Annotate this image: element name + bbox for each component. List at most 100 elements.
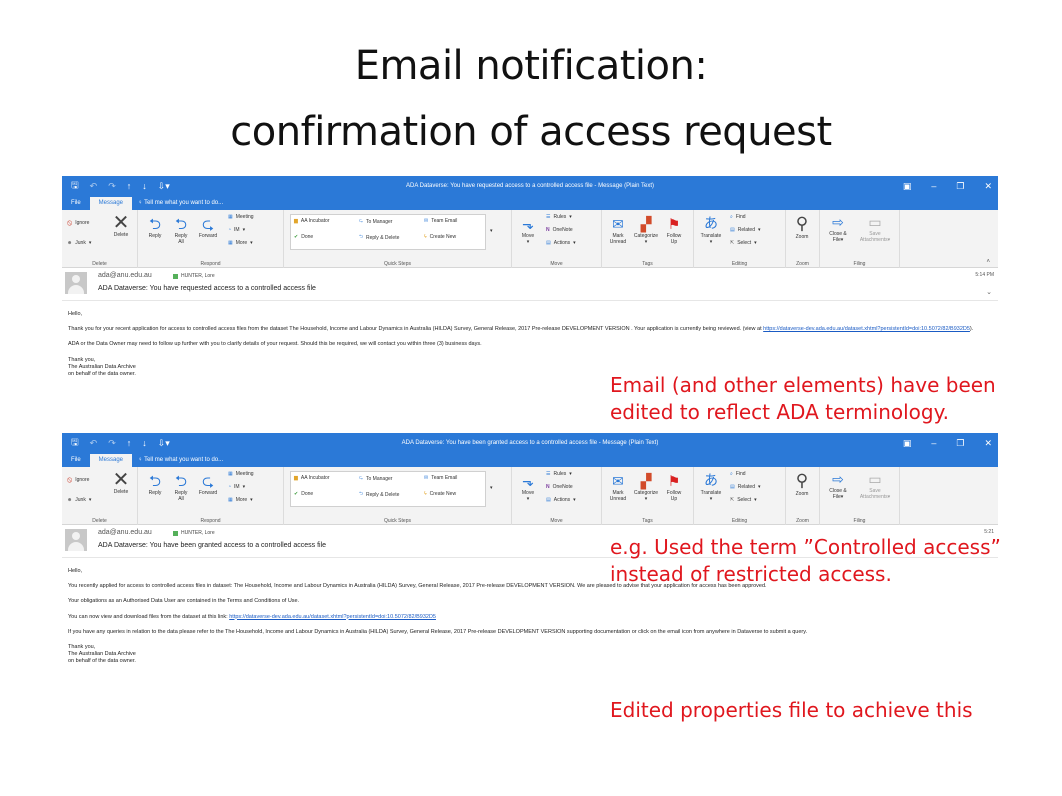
translate-button[interactable]: あ Translate ▾ xyxy=(698,214,724,245)
save-icon[interactable]: 🖫 xyxy=(71,435,79,451)
group-quick-steps: ▆ AA Incubator ⮎ To Manager ✉ Team Email ✔ D… xyxy=(284,210,512,268)
dataset-link[interactable]: https://dataverse-dev.ada.edu.au/dataset… xyxy=(229,614,436,620)
reply-button[interactable]: ⮌ Reply xyxy=(144,473,166,496)
actions-button[interactable]: ▤ Actions ▾ xyxy=(546,240,576,246)
envelope-icon: ✉ xyxy=(424,218,429,224)
quickstep-done[interactable]: ✔ Done xyxy=(294,234,313,240)
rules-button[interactable]: ☰ Rules ▾ xyxy=(546,214,572,220)
save-attachments-button[interactable]: ▭ Save Attachments▾ xyxy=(856,214,894,243)
restore-icon[interactable]: ❐ xyxy=(956,181,964,192)
reply-all-button[interactable]: ⮌ Reply All xyxy=(170,473,192,502)
quickstep-reply-delete[interactable]: ⮌ Reply & Delete xyxy=(359,491,399,499)
more-button[interactable]: ▦ More ▾ xyxy=(228,497,253,503)
tab-file[interactable]: File xyxy=(62,197,90,210)
magnifier-icon: ⚲ xyxy=(795,471,809,490)
close-file-button[interactable]: ⇨ Close & File▾ xyxy=(824,214,852,243)
categorize-button[interactable]: ▞ Categorize ▾ xyxy=(630,216,662,245)
translate-button[interactable]: あ Translate ▾ xyxy=(698,471,724,502)
related-button[interactable]: ▤ Related ▾ xyxy=(730,484,760,490)
minimize-icon[interactable]: – xyxy=(931,438,936,448)
collapse-ribbon-icon[interactable]: ˄ xyxy=(986,259,990,265)
group-respond: ⮌ Reply ⮌ Reply All ⮎ Forward ▦ Meeting ◔ IM ▾ … xyxy=(138,210,284,268)
minimize-icon[interactable]: – xyxy=(931,181,936,191)
onenote-button[interactable]: N OneNote xyxy=(546,227,573,233)
redo-icon[interactable]: ↷ xyxy=(108,438,116,449)
quickstep-aa-incubator[interactable]: ▆ AA Incubator xyxy=(294,475,330,481)
im-button[interactable]: ◔ IM ▾ xyxy=(228,484,245,490)
reply-all-button[interactable]: ⮌ Reply All xyxy=(170,216,192,245)
annotation-terminology: Email (and other elements) have been edi… xyxy=(610,373,996,424)
tab-file[interactable]: File xyxy=(62,454,90,467)
ignore-button[interactable]: ⦸ Ignore xyxy=(67,475,89,485)
select-button[interactable]: ⇱ Select ▾ xyxy=(730,497,757,503)
quickstep-create-new[interactable]: ϟ Create New xyxy=(424,234,456,240)
undo-icon[interactable]: ↶ xyxy=(90,438,98,449)
recipient: HUNTER, Lore xyxy=(173,530,215,536)
quickstep-to-manager[interactable]: ⮎ To Manager xyxy=(359,218,392,226)
up-arrow-icon[interactable]: ↑ xyxy=(127,181,132,191)
dataset-link[interactable]: https://dataverse-dev.ada.edu.au/dataset… xyxy=(763,326,970,332)
ribbon-display-icon[interactable]: ▣ xyxy=(903,438,912,449)
close-icon[interactable]: ✕ xyxy=(984,438,992,449)
tab-message[interactable]: Message xyxy=(89,197,133,210)
quickstep-create-new[interactable]: ϟ Create New xyxy=(424,491,456,497)
junk-button[interactable]: ☻ Junk ▾ xyxy=(67,240,91,246)
delete-button[interactable]: ✕ Delete xyxy=(108,213,134,238)
quickstep-team-email[interactable]: ✉ Team Email xyxy=(424,475,457,481)
mark-unread-button[interactable]: ✉ Mark Unread xyxy=(606,216,630,245)
down-arrow-icon[interactable]: ↓ xyxy=(142,438,147,448)
ribbon-display-icon[interactable]: ▣ xyxy=(903,181,912,192)
quicksteps-scroll[interactable]: ▾ xyxy=(490,485,493,491)
close-file-button[interactable]: ⇨ Close & File▾ xyxy=(824,471,852,500)
quickstep-aa-incubator[interactable]: ▆ AA Incubator xyxy=(294,218,330,224)
junk-button[interactable]: ☻ Junk ▾ xyxy=(67,497,91,503)
restore-icon[interactable]: ❐ xyxy=(956,438,964,449)
im-button[interactable]: ◔ IM ▾ xyxy=(228,227,245,233)
quickstep-reply-delete[interactable]: ⮌ Reply & Delete xyxy=(359,234,399,242)
find-button[interactable]: ⌕ Find xyxy=(730,214,746,220)
quickstep-to-manager[interactable]: ⮎ To Manager xyxy=(359,475,392,483)
rules-button[interactable]: ☰ Rules ▾ xyxy=(546,471,572,477)
forward-button[interactable]: ⮎ Forward xyxy=(196,473,220,496)
undo-icon[interactable]: ↶ xyxy=(90,181,98,192)
group-tags: ✉ Mark Unread ▞ Categorize ▾ ⚑ Follow Up Tags xyxy=(602,467,694,525)
zoom-button[interactable]: ⚲ Zoom xyxy=(789,214,815,240)
quickstep-team-email[interactable]: ✉ Team Email xyxy=(424,218,457,224)
find-button[interactable]: ⌕ Find xyxy=(730,471,746,477)
move-button[interactable]: ⬎ Move ▾ xyxy=(516,216,540,245)
magnifier-icon: ⚲ xyxy=(795,214,809,233)
select-button[interactable]: ⇱ Select ▾ xyxy=(730,240,757,246)
tab-message[interactable]: Message xyxy=(89,454,133,467)
tell-me-box[interactable]: ♀ Tell me what you want to do... xyxy=(132,197,223,210)
ignore-button[interactable]: ⦸ Ignore xyxy=(67,218,89,228)
follow-up-button[interactable]: ⚑ Follow Up xyxy=(662,473,686,502)
delete-button[interactable]: ✕ Delete xyxy=(108,470,134,495)
more-button[interactable]: ▦ More ▾ xyxy=(228,240,253,246)
quicksteps-scroll[interactable]: ▾ xyxy=(490,228,493,234)
customize-icon[interactable]: ⇩▾ xyxy=(158,181,170,192)
tell-me-box[interactable]: ♀ Tell me what you want to do... xyxy=(132,454,223,467)
reply-button[interactable]: ⮌ Reply xyxy=(144,216,166,239)
move-button[interactable]: ⬎ Move ▾ xyxy=(516,473,540,502)
save-attachments-button[interactable]: ▭ Save Attachments▾ xyxy=(856,471,894,500)
up-arrow-icon[interactable]: ↑ xyxy=(127,438,132,448)
expand-header-icon[interactable]: ⌄ xyxy=(986,288,992,296)
redo-icon[interactable]: ↷ xyxy=(108,181,116,192)
down-arrow-icon[interactable]: ↓ xyxy=(142,181,147,191)
customize-icon[interactable]: ⇩▾ xyxy=(158,438,170,449)
close-icon[interactable]: ✕ xyxy=(984,181,992,192)
attachment-icon: ▭ xyxy=(868,214,882,230)
meeting-button[interactable]: ▦ Meeting xyxy=(228,214,254,220)
meeting-button[interactable]: ▦ Meeting xyxy=(228,471,254,477)
quickstep-done[interactable]: ✔ Done xyxy=(294,491,313,497)
meeting-icon: ▦ xyxy=(228,471,233,477)
follow-up-button[interactable]: ⚑ Follow Up xyxy=(662,216,686,245)
forward-button[interactable]: ⮎ Forward xyxy=(196,216,220,239)
save-icon[interactable]: 🖫 xyxy=(71,178,79,194)
onenote-button[interactable]: N OneNote xyxy=(546,484,573,490)
categorize-button[interactable]: ▞ Categorize ▾ xyxy=(630,473,662,502)
actions-button[interactable]: ▤ Actions ▾ xyxy=(546,497,576,503)
related-button[interactable]: ▤ Related ▾ xyxy=(730,227,760,233)
mark-unread-button[interactable]: ✉ Mark Unread xyxy=(606,473,630,502)
zoom-button[interactable]: ⚲ Zoom xyxy=(789,471,815,497)
